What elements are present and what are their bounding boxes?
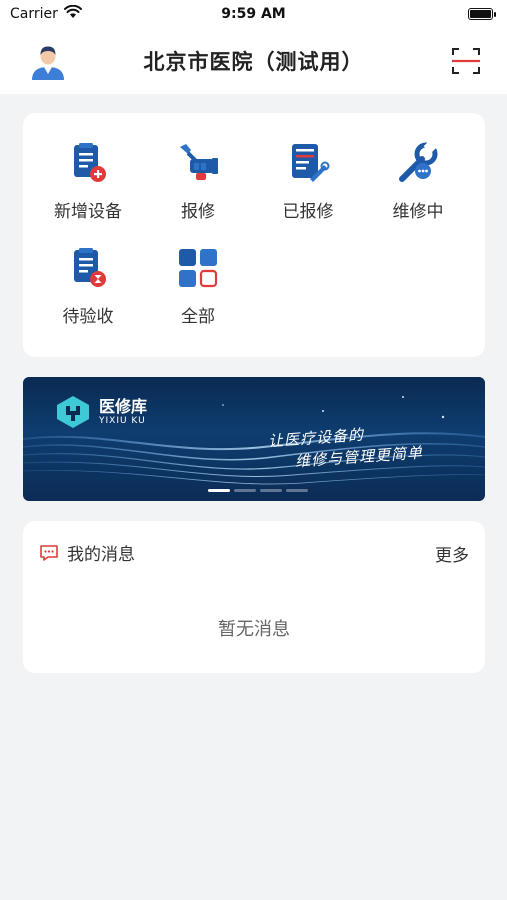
avatar[interactable] (30, 44, 66, 80)
repair-request-icon (180, 144, 218, 180)
messages-header: 我的消息 (39, 540, 135, 565)
action-pending-acceptance[interactable]: 待验收 (33, 246, 143, 327)
message-icon (40, 544, 58, 561)
action-label: 已报修 (282, 202, 334, 222)
brand-subtitle: YIXIU KU (99, 416, 146, 426)
messages-empty-state: 暂无消息 (218, 619, 290, 640)
scan-button[interactable] (451, 46, 481, 76)
user-avatar-icon (32, 46, 64, 80)
action-repair[interactable]: 报修 (143, 141, 253, 222)
scan-icon (452, 48, 480, 74)
banner-logo: 医修库 YIXIU KU (55, 395, 147, 429)
action-label: 全部 (181, 307, 215, 327)
action-label: 新增设备 (54, 202, 122, 222)
header: 北京市医院（测试用） (0, 28, 507, 94)
status-left: Carrier (10, 4, 82, 23)
messages-more-link[interactable]: 更多 (435, 541, 469, 566)
reported-icon (292, 144, 330, 182)
pagination-dot[interactable] (260, 489, 282, 492)
brand-name: 医修库 (99, 397, 148, 416)
add-device-icon (74, 143, 106, 182)
carrier-label: Carrier (10, 6, 58, 22)
action-label: 报修 (181, 202, 215, 222)
action-label: 待验收 (62, 307, 114, 327)
brand-logo-icon (57, 396, 89, 428)
action-all[interactable]: 全部 (143, 246, 253, 327)
in-repair-icon (399, 141, 438, 182)
brand-text: 医修库 YIXIU KU (99, 397, 148, 427)
pagination-dot[interactable] (286, 489, 308, 492)
action-in-repair[interactable]: 维修中 (363, 141, 473, 222)
battery-icon (468, 8, 496, 20)
action-add-device[interactable]: 新增设备 (33, 141, 143, 222)
pagination-dot-active[interactable] (208, 489, 230, 492)
promo-banner[interactable]: 医修库 YIXIU KU 让医疗设备的 维修与管理更简单 (23, 377, 485, 501)
wifi-icon (63, 4, 82, 23)
pending-acceptance-icon (74, 248, 106, 287)
status-bar: Carrier 9:59 AM (0, 0, 507, 28)
page-title: 北京市医院（测试用） (143, 50, 364, 74)
quick-actions-grid: 新增设备 报修 已报修 维修中 待验收 全部 (33, 141, 475, 327)
messages-card: 我的消息 更多 暂无消息 (23, 521, 485, 673)
action-label: 维修中 (392, 202, 444, 222)
all-grid-icon (179, 249, 218, 288)
messages-title: 我的消息 (67, 545, 135, 565)
quick-actions-card: 新增设备 报修 已报修 维修中 待验收 全部 (23, 113, 485, 357)
action-reported[interactable]: 已报修 (253, 141, 363, 222)
banner-pagination (208, 489, 308, 492)
pagination-dot[interactable] (234, 489, 256, 492)
